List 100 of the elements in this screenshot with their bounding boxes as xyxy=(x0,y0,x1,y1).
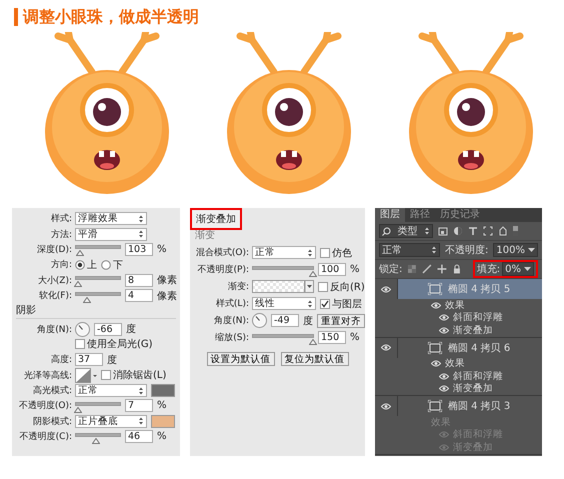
input-field[interactable]: -49 xyxy=(271,314,299,327)
field-label: 缩放(S): xyxy=(214,332,249,344)
effect-row[interactable]: 斜面和浮雕 xyxy=(375,370,542,382)
panel-tab[interactable]: 路径 xyxy=(405,208,435,222)
shape-filter-icon[interactable] xyxy=(483,226,493,236)
section-label: 渐变 xyxy=(194,230,216,242)
effect-row[interactable]: 渐变叠加 xyxy=(375,324,542,336)
panel-tab[interactable]: 历史记录 xyxy=(435,208,485,222)
field-label: 样式: xyxy=(50,212,72,226)
contour-icon xyxy=(75,368,97,383)
input-field[interactable]: 100 xyxy=(318,263,346,276)
text-filter-icon[interactable] xyxy=(468,226,478,236)
effect-row[interactable]: 渐变叠加 xyxy=(375,382,542,395)
accent-bar-icon xyxy=(14,8,18,26)
reset-button[interactable]: 重置对齐 xyxy=(317,314,365,328)
toggle-switch-icon[interactable] xyxy=(513,226,518,236)
radio-button[interactable]: 下 xyxy=(101,258,123,272)
dropdown[interactable]: 正片叠底 xyxy=(75,414,147,428)
image-filter-icon[interactable] xyxy=(438,226,448,236)
checkbox-icon xyxy=(101,370,111,380)
color-swatch[interactable] xyxy=(151,414,175,428)
input-field[interactable]: 46 xyxy=(125,430,153,444)
field-label: 大小(Z): xyxy=(36,274,72,287)
default-button[interactable]: 设置为默认值 xyxy=(206,352,274,366)
dropdown[interactable]: 线性 xyxy=(252,297,316,310)
radio-icon xyxy=(101,260,111,270)
dropdown[interactable]: 正常 xyxy=(379,243,440,257)
effect-row[interactable]: 效果 xyxy=(375,358,542,370)
shape-thumbnail-icon xyxy=(428,400,442,412)
checkbox-icon xyxy=(320,248,330,258)
unit-label: % xyxy=(157,400,167,412)
unit-label: % xyxy=(157,244,167,255)
checkbox[interactable]: 使用全局光(G) xyxy=(75,337,153,352)
effect-row[interactable]: 效果 xyxy=(375,299,542,312)
field-label: 高光模式: xyxy=(32,384,72,398)
field-label: 方向: xyxy=(50,258,72,272)
input-field[interactable]: 7 xyxy=(125,399,153,412)
adjustment-filter-icon[interactable] xyxy=(453,226,463,236)
caret-icon xyxy=(138,417,144,426)
checkbox[interactable]: 仿色 xyxy=(320,246,352,260)
checkbox[interactable]: 与图层 xyxy=(320,296,362,310)
slider-thumb[interactable] xyxy=(309,338,317,344)
lock-pixels-icon[interactable] xyxy=(407,264,418,274)
effect-row[interactable]: 斜面和浮雕 xyxy=(375,312,542,324)
caret-icon xyxy=(528,248,535,252)
unit-label: 度 xyxy=(126,322,136,336)
slider-thumb[interactable] xyxy=(309,270,317,276)
caret-icon xyxy=(138,214,144,223)
shape-thumbnail-icon xyxy=(428,342,442,354)
search-icon xyxy=(382,226,391,236)
field-label: 角度(N): xyxy=(36,324,72,336)
field-label: 高度: xyxy=(50,354,72,366)
section-label: 阴影 xyxy=(16,303,176,320)
move-icon[interactable] xyxy=(437,264,447,274)
radio-button[interactable]: 上 xyxy=(75,258,97,272)
eye-icon[interactable] xyxy=(381,344,391,351)
panel-tab[interactable]: 图层 xyxy=(375,208,405,222)
dropdown[interactable]: 正常 xyxy=(252,246,316,259)
heading-text: 调整小眼珠，做成半透明 xyxy=(23,6,199,28)
color-swatch[interactable] xyxy=(151,384,175,398)
angle-dial-icon xyxy=(252,313,267,328)
field-label: 软化(F): xyxy=(38,290,72,302)
checkbox[interactable]: 消除锯齿(L) xyxy=(101,368,166,382)
lock-icon[interactable] xyxy=(452,264,462,274)
input-field[interactable]: 100% xyxy=(493,243,538,257)
caret-icon xyxy=(307,248,313,256)
input-field[interactable]: 150 xyxy=(318,331,346,344)
layer-row[interactable]: 椭圆 4 拷贝 3 xyxy=(398,396,542,416)
field-label: 样式(L): xyxy=(214,298,249,310)
field-label: 不透明度(P): xyxy=(196,264,249,276)
eye-icon[interactable] xyxy=(381,286,391,292)
input-field[interactable]: -66 xyxy=(94,322,122,336)
dropdown[interactable]: 正常 xyxy=(75,384,147,398)
caret-icon xyxy=(307,300,313,308)
input-field[interactable]: 0% xyxy=(502,262,534,276)
field-label: 阴影模式: xyxy=(32,416,72,428)
default-button[interactable]: 复位为默认值 xyxy=(280,352,348,366)
checkbox-icon xyxy=(75,339,85,350)
checkbox[interactable]: 反向(R) xyxy=(318,280,365,294)
field-label: 不透明度: xyxy=(445,244,488,257)
angle-dial-icon xyxy=(75,322,90,337)
field-label: 不透明度(O): xyxy=(18,400,72,412)
radio-icon xyxy=(75,260,85,270)
shape-thumbnail-icon xyxy=(428,283,442,295)
caret-icon xyxy=(424,227,430,235)
input-field[interactable]: 37 xyxy=(75,353,103,366)
dropdown[interactable]: 浮雕效果 xyxy=(75,212,147,226)
gradient-swatch[interactable] xyxy=(252,280,314,293)
input-field[interactable]: 4 xyxy=(125,289,153,302)
unit-label: % xyxy=(157,431,167,442)
eye-icon[interactable] xyxy=(381,402,391,410)
unit-label: 像素 xyxy=(157,290,177,303)
dropdown[interactable]: 类型 xyxy=(379,224,433,238)
input-field[interactable]: 103 xyxy=(125,242,153,256)
dropdown[interactable]: 平滑 xyxy=(75,228,147,241)
layer-row[interactable]: 椭圆 4 拷贝 6 xyxy=(398,338,542,358)
checkbox-icon xyxy=(320,298,330,308)
input-field[interactable]: 8 xyxy=(125,274,153,287)
checkbox-icon xyxy=(318,282,328,292)
field-label: 不透明度(C): xyxy=(18,430,72,444)
